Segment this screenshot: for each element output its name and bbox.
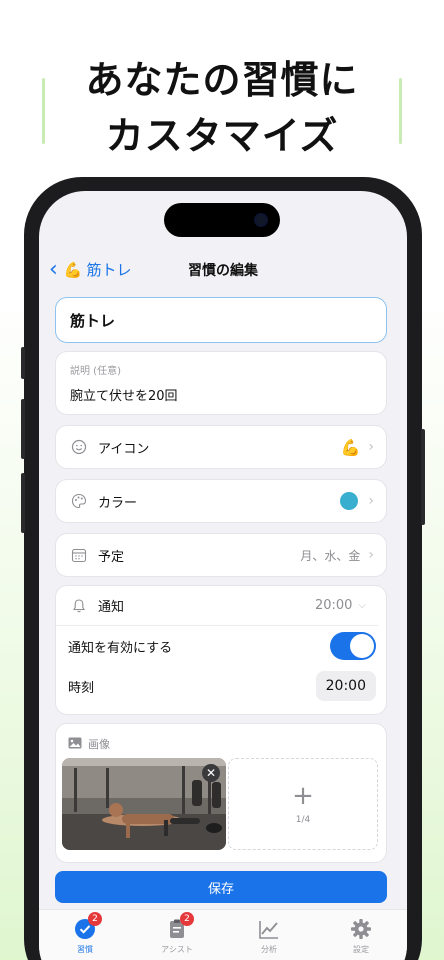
schedule-row[interactable]: 予定 月、水、金 › [55,533,387,577]
page-title: 習慣の編集 [188,263,258,279]
notification-enable-label: 通知を有効にする [68,640,173,656]
calendar-icon [70,546,88,564]
habit-name-input[interactable]: 筋トレ [55,297,387,343]
schedule-row-label: 予定 [98,549,125,565]
notification-time-row: 時刻 20:00 [56,666,386,706]
save-button[interactable]: 保存 [55,871,387,903]
promo-headline: あなたの習慣に カスタマイズ [0,52,444,164]
phone-side-button [421,429,425,525]
chevron-right-icon: › [368,439,374,455]
image-slot-count: 1/4 [295,815,311,825]
promo-headline-line1: あなたの習慣に [85,58,359,102]
phone-frame: ‹ 💪 筋トレ 習慣の編集 筋トレ 説明 (任意) 腕立て伏せを20回 アイコン… [21,177,425,960]
tab-badge: 2 [180,912,194,926]
phone-side-button [21,399,25,459]
tab-habits[interactable]: 2 習慣 [39,910,131,960]
notification-card: 通知 20:00 ⌵ 通知を有効にする 時刻 20:00 [55,585,387,715]
palette-icon [70,492,88,510]
color-row[interactable]: カラー › [55,479,387,523]
camera-icon [254,213,268,227]
tab-label: 習慣 [77,945,93,954]
schedule-row-value: 月、水、金 [300,548,361,563]
color-row-label: カラー [98,495,138,511]
description-value: 腕立て伏せを20回 [70,389,178,404]
habit-name-value: 筋トレ [70,311,116,330]
dynamic-island [164,203,280,237]
toggle-knob [350,634,374,658]
tab-settings[interactable]: 設定 [315,910,407,960]
smiley-icon [70,438,88,456]
clipboard-icon: 2 [166,912,194,940]
icon-row-label: アイコン [98,441,150,457]
habit-photo[interactable]: ✕ [62,758,226,850]
bell-icon [70,597,88,615]
phone-screen: ‹ 💪 筋トレ 習慣の編集 筋トレ 説明 (任意) 腕立て伏せを20回 アイコン… [39,191,407,960]
tab-assist[interactable]: 2 アシスト [131,910,223,960]
tab-analytics[interactable]: 分析 [223,910,315,960]
chart-icon [258,918,280,940]
notification-header[interactable]: 通知 20:00 ⌵ [56,586,378,626]
selected-icon-value: 💪 [340,437,361,457]
remove-photo-button[interactable]: ✕ [202,764,220,782]
notification-time-picker[interactable]: 20:00 [315,671,376,701]
notification-label: 通知 [98,600,125,615]
chevron-down-icon: ⌵ [358,600,366,611]
tab-label: 分析 [261,945,277,954]
tab-badge: 2 [88,912,102,926]
chevron-right-icon: › [368,547,374,563]
nav-bar: ‹ 💪 筋トレ 習慣の編集 [39,255,407,285]
phone-side-button [21,473,25,533]
add-image-button[interactable]: + 1/4 [228,758,378,850]
selected-color-swatch [340,492,359,510]
image-card: 画像 ✕ + 1/4 [55,723,387,863]
description-label: 説明 (任意) [70,366,121,377]
notification-time-label: 時刻 [68,680,95,696]
notification-enable-row: 通知を有効にする [56,626,386,666]
notification-summary-time: 20:00 [314,598,353,613]
notification-toggle[interactable] [330,632,376,660]
chevron-right-icon: › [368,493,374,509]
image-header: 画像 [62,734,380,753]
tab-label: アシスト [161,945,193,954]
plus-icon: + [292,781,314,811]
tab-label: 設定 [353,945,369,954]
icon-row[interactable]: アイコン 💪 › [55,425,387,469]
promo-headline-line2: カスタマイズ [105,114,339,158]
phone-side-button [21,347,25,379]
image-icon [68,734,82,753]
check-circle-icon: 2 [74,912,102,940]
tab-bar: 2 習慣 2 アシスト 分析 設定 [39,909,407,960]
image-label: 画像 [88,737,110,751]
description-field[interactable]: 説明 (任意) 腕立て伏せを20回 [55,351,387,415]
gear-icon [350,918,372,940]
